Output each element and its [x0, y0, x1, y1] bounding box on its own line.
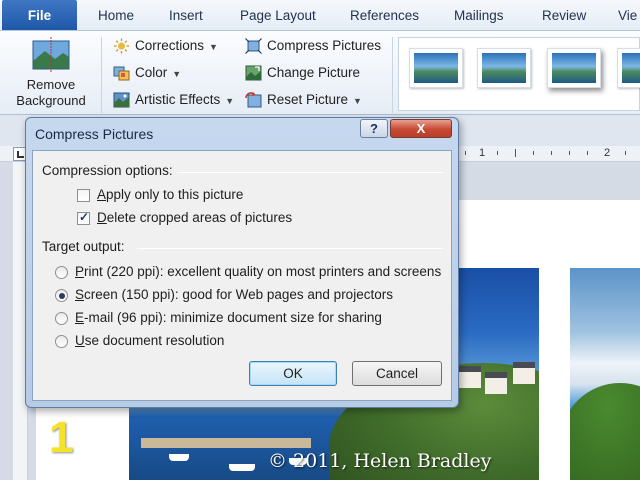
ruler-tick [533, 151, 534, 155]
ruler-tick [497, 151, 498, 155]
screen-radio[interactable] [55, 289, 68, 302]
remove-background-label-2: Background [16, 93, 86, 108]
ribbon-tab-bar: File Home Insert Page Layout References … [0, 0, 640, 31]
compress-pictures-dialog: Compress Pictures ? X Compression option… [25, 117, 459, 408]
document-resolution-label[interactable]: Use document resolution [75, 332, 224, 350]
photo-house [513, 362, 535, 384]
compression-options-label: Compression options: [42, 163, 173, 178]
picture-styles-gallery [398, 37, 640, 111]
corrections-button[interactable]: Corrections ▼ [111, 35, 218, 57]
tab-file[interactable]: File [2, 0, 77, 30]
photo-boat [229, 464, 255, 471]
tab-page-layout[interactable]: Page Layout [240, 0, 316, 31]
chevron-down-icon: ▼ [225, 96, 235, 106]
tab-mailings[interactable]: Mailings [454, 0, 504, 31]
ruler-tick [515, 149, 516, 157]
ruler-tick [465, 151, 466, 155]
artistic-effects-label: Artistic Effects [135, 92, 221, 107]
photo-boat [169, 454, 189, 461]
photo-house [485, 372, 507, 394]
photo-house [459, 366, 481, 388]
ruler-tick [587, 151, 588, 155]
document-resolution-radio[interactable] [55, 335, 68, 348]
remove-background-button[interactable]: Remove Background [4, 37, 98, 115]
change-picture-icon [245, 65, 262, 81]
ruler-tick [569, 151, 570, 155]
color-icon [113, 65, 130, 81]
print-radio[interactable] [55, 266, 68, 279]
print-option-label[interactable]: Print (220 ppi): excellent quality on mo… [75, 263, 441, 281]
picture-style-thumbnail[interactable] [409, 48, 463, 88]
color-label: Color [135, 65, 168, 80]
reset-picture-button[interactable]: Reset Picture ▼ [243, 89, 362, 111]
delete-cropped-label[interactable]: Delete cropped areas of pictures [97, 209, 292, 227]
corrections-label: Corrections [135, 38, 205, 53]
compress-pictures-label: Compress Pictures [267, 38, 382, 53]
email-option-label[interactable]: E-mail (96 ppi): minimize document size … [75, 309, 382, 327]
ruler-mark: 2 [604, 147, 611, 159]
artistic-effects-button[interactable]: Artistic Effects ▼ [111, 89, 234, 111]
group-divider [177, 172, 443, 173]
change-picture-button[interactable]: Change Picture [243, 62, 360, 84]
step-number: 1 [49, 413, 74, 462]
compress-pictures-button[interactable]: Compress Pictures [243, 35, 381, 57]
apply-only-label[interactable]: Apply only to this picture [97, 186, 243, 204]
artistic-effects-icon [113, 92, 130, 108]
cancel-button[interactable]: Cancel [352, 361, 442, 386]
target-output-label: Target output: [42, 239, 125, 254]
ok-button[interactable]: OK [249, 361, 337, 386]
reset-picture-label: Reset Picture [267, 92, 349, 107]
ribbon-separator [101, 37, 102, 113]
close-button[interactable]: X [390, 119, 452, 138]
tab-references[interactable]: References [350, 0, 419, 31]
photo-headland [570, 383, 640, 480]
screen-option-label[interactable]: Screen (150 ppi): good for Web pages and… [75, 286, 393, 304]
color-button[interactable]: Color ▼ [111, 62, 181, 84]
change-picture-label: Change Picture [267, 65, 361, 80]
ruler-tick [551, 151, 552, 155]
picture-style-thumbnail[interactable] [547, 48, 601, 88]
ribbon-picture-tools: Remove Background Corrections ▼ Color ▼ Ar… [0, 31, 640, 115]
chevron-down-icon: ▼ [209, 42, 218, 52]
tab-view[interactable]: Vie [618, 0, 637, 31]
delete-cropped-checkbox[interactable] [77, 210, 90, 225]
tab-insert[interactable]: Insert [169, 0, 203, 31]
ruler-mark: 1 [479, 147, 486, 159]
remove-background-label-1: Remove [26, 77, 76, 92]
help-button[interactable]: ? [360, 119, 388, 138]
remove-background-icon [31, 37, 71, 73]
copyright-watermark: © 2011, Helen Bradley [268, 450, 492, 472]
picture-style-thumbnail[interactable] [617, 48, 640, 88]
chevron-down-icon: ▼ [353, 96, 362, 106]
sun-icon [113, 38, 130, 54]
tab-review[interactable]: Review [542, 0, 586, 31]
ruler-tick [625, 151, 626, 155]
dialog-title: Compress Pictures [35, 126, 154, 142]
email-radio[interactable] [55, 312, 68, 325]
group-divider [137, 248, 443, 249]
reset-picture-icon [245, 92, 262, 108]
coast-photo[interactable] [570, 268, 640, 480]
apply-only-checkbox[interactable] [77, 189, 90, 202]
picture-style-thumbnail[interactable] [477, 48, 531, 88]
photo-pier [141, 438, 311, 448]
chevron-down-icon: ▼ [172, 69, 182, 79]
compress-pictures-icon [245, 38, 262, 54]
ribbon-separator [392, 37, 393, 113]
tab-home[interactable]: Home [98, 0, 134, 31]
